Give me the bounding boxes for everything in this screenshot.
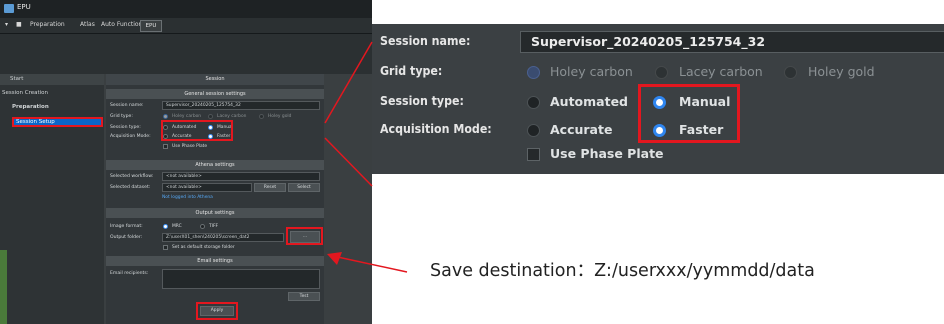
selected-workflow-label: Selected workflow: — [110, 174, 154, 179]
toolbar-area — [0, 34, 372, 74]
zoom-grid-holey-carbon-label: Holey carbon — [550, 64, 633, 79]
test-button[interactable]: Test — [288, 292, 320, 301]
title-bar: EPU — [0, 0, 372, 18]
apply-highlight — [196, 302, 238, 320]
zoom-grid-lacey-carbon-radio[interactable] — [655, 66, 668, 79]
format-mrc-radio[interactable] — [163, 224, 168, 229]
menu-atlas[interactable]: Atlas — [80, 21, 95, 28]
output-folder-label: Output folder: — [110, 235, 143, 240]
grid-type-label: Grid type: — [110, 114, 133, 119]
nav-session-creation[interactable]: Session Creation — [0, 88, 104, 99]
zoom-session-name-input[interactable]: Supervisor_20240205_125754_32 — [520, 31, 944, 53]
athena-login-link[interactable]: Not logged into Athena — [162, 195, 213, 200]
image-format-label: Image format: — [110, 224, 143, 229]
grid-lacey-carbon-radio[interactable] — [208, 114, 213, 119]
grid-holey-carbon-label: Holey carbon — [172, 114, 202, 119]
athena-header: Athena settings — [106, 160, 324, 170]
menu-auto-functions[interactable]: Auto Functions — [101, 21, 145, 28]
browse-highlight — [286, 227, 323, 245]
grid-holey-gold-radio[interactable] — [259, 114, 264, 119]
menu-preparation[interactable]: Preparation — [30, 21, 65, 28]
output-folder-input[interactable]: Z:\userX01_shen\240205\screen_dat2 — [162, 233, 284, 242]
zoomed-session-settings: Session name: Supervisor_20240205_125754… — [372, 24, 944, 174]
zoom-acq-mode-label: Acquisition Mode: — [380, 122, 492, 136]
general-settings-header: General session settings — [106, 89, 324, 99]
email-recipients-label: Email recipients: — [110, 271, 149, 276]
zoom-acq-accurate-radio[interactable] — [527, 124, 540, 137]
zoom-session-automated-label: Automated — [550, 94, 628, 109]
zoom-grid-holey-gold-radio[interactable] — [784, 66, 797, 79]
nav-start[interactable]: Start — [0, 74, 104, 85]
phase-plate-label: Use Phase Plate — [172, 144, 208, 149]
reset-button[interactable]: Reset — [254, 183, 286, 192]
select-button[interactable]: Select — [288, 183, 320, 192]
zoom-acq-accurate-label: Accurate — [550, 122, 613, 137]
app-title: EPU — [17, 3, 31, 11]
acq-mode-label: Acquisition Mode: — [110, 134, 151, 139]
email-recipients-input[interactable] — [162, 269, 320, 289]
epu-logo-icon — [4, 4, 14, 13]
tab-epu[interactable]: EPU — [140, 20, 162, 32]
format-mrc-label: MRC — [172, 224, 182, 229]
grid-lacey-carbon-label: Lacey carbon — [217, 114, 247, 119]
lock-icon[interactable]: ■ — [16, 21, 22, 28]
menu-bar: ▾ ■ Preparation Atlas Auto Functions EPU — [0, 18, 372, 34]
session-type-label: Session type: — [110, 125, 141, 130]
zoom-phase-plate-checkbox[interactable] — [527, 148, 540, 161]
email-header: Email settings — [106, 256, 324, 266]
epu-window: EPU ▾ ■ Preparation Atlas Auto Functions… — [0, 0, 372, 324]
default-storage-label: Set as default storage folder — [172, 245, 235, 250]
session-name-input[interactable]: Supervisor_20240205_125754_32 — [162, 101, 320, 110]
zoom-grid-holey-gold-label: Holey gold — [808, 64, 875, 79]
session-header: Session — [106, 74, 324, 85]
nav-session-setup[interactable]: Session Setup — [12, 117, 103, 127]
output-header: Output settings — [106, 208, 324, 218]
zoom-session-automated-radio[interactable] — [527, 96, 540, 109]
grid-holey-gold-label: Holey gold — [268, 114, 292, 119]
zoom-phase-plate-label: Use Phase Plate — [550, 146, 664, 161]
phase-plate-checkbox[interactable] — [163, 144, 168, 149]
session-name-label: Session name: — [110, 103, 144, 108]
selected-dataset-field[interactable]: <not available> — [162, 183, 252, 192]
format-tiff-radio[interactable] — [200, 224, 205, 229]
grid-holey-carbon-radio[interactable] — [163, 114, 168, 119]
default-storage-checkbox[interactable] — [163, 245, 168, 250]
save-destination-caption: Save destination：Z:/userxxx/yymmdd/data — [430, 261, 815, 281]
selected-dataset-label: Selected dataset: — [110, 185, 151, 190]
zoom-session-name-label: Session name: — [380, 34, 471, 48]
zoom-session-type-label: Session type: — [380, 94, 464, 108]
annotated-screenshot: EPU ▾ ■ Preparation Atlas Auto Functions… — [0, 0, 944, 324]
zoom-grid-type-label: Grid type: — [380, 64, 443, 78]
nav-session-setup-label: Session Setup — [16, 119, 55, 125]
zoom-selection-highlight — [638, 84, 740, 143]
selected-workflow-field[interactable]: <not available> — [162, 172, 320, 181]
zoom-grid-lacey-carbon-label: Lacey carbon — [679, 64, 763, 79]
format-tiff-label: TIFF — [209, 224, 219, 229]
zoom-grid-holey-carbon-radio[interactable] — [527, 66, 540, 79]
nav-preparation[interactable]: Preparation — [0, 102, 104, 113]
side-strip — [0, 250, 7, 324]
settings-highlight — [161, 120, 233, 141]
expand-icon[interactable]: ▾ — [5, 21, 8, 28]
